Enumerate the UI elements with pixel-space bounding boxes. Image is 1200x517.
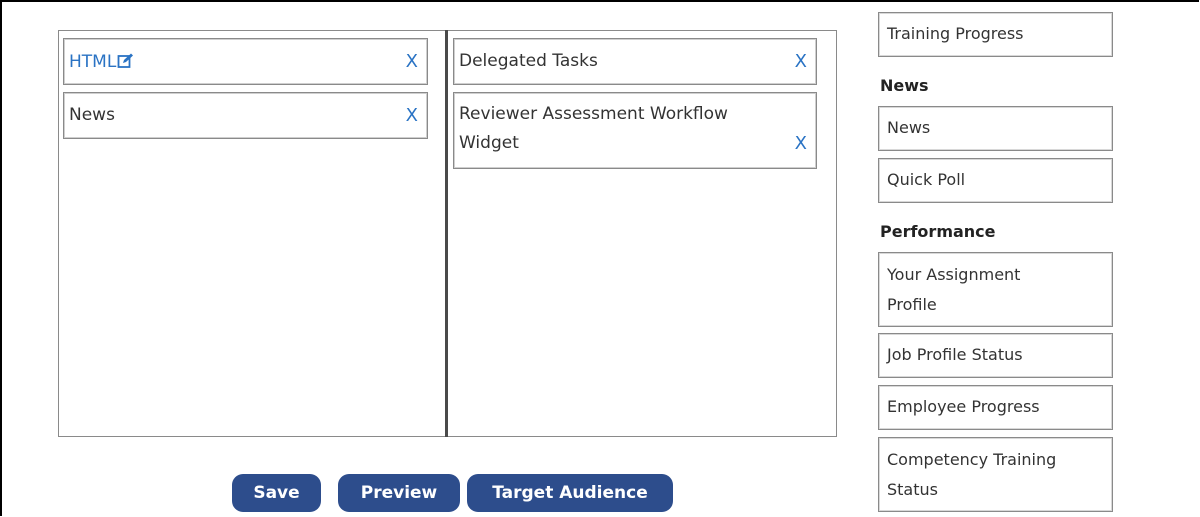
sidebar-item-news[interactable]: News bbox=[878, 106, 1113, 151]
remove-widget-news-button[interactable]: X bbox=[406, 105, 418, 126]
remove-widget-delegated-tasks-button[interactable]: X bbox=[795, 51, 807, 72]
remove-widget-html-button[interactable]: X bbox=[406, 51, 418, 72]
sidebar-item-your-assignment-profile[interactable]: Your Assignment Profile bbox=[878, 252, 1113, 327]
widget-news[interactable]: News X bbox=[63, 92, 428, 139]
widget-reviewer-assessment-label: Reviewer Assessment Workflow Widget bbox=[459, 100, 728, 158]
sidebar-item-employee-progress[interactable]: Employee Progress bbox=[878, 385, 1113, 430]
sidebar-item-competency-training-status[interactable]: Competency Training Status bbox=[878, 437, 1113, 512]
widget-html[interactable]: HTML X bbox=[63, 38, 428, 85]
widget-reviewer-assessment-label-line2: Widget bbox=[459, 133, 519, 153]
widget-html-label[interactable]: HTML bbox=[69, 48, 134, 79]
target-audience-button[interactable]: Target Audience bbox=[467, 474, 673, 512]
edit-icon[interactable] bbox=[117, 50, 134, 79]
sidebar-heading-performance: Performance bbox=[880, 222, 996, 241]
remove-widget-reviewer-assessment-button[interactable]: X bbox=[795, 133, 807, 154]
column-divider[interactable] bbox=[445, 30, 448, 437]
widget-delegated-tasks-label: Delegated Tasks bbox=[459, 51, 598, 71]
sidebar-item-quick-poll[interactable]: Quick Poll bbox=[878, 158, 1113, 203]
widget-reviewer-assessment-workflow[interactable]: Reviewer Assessment Workflow Widget X bbox=[453, 92, 817, 169]
sidebar-item-competency-training-status-line1: Competency Training bbox=[887, 450, 1057, 469]
sidebar-item-your-assignment-profile-line2: Profile bbox=[887, 295, 937, 314]
widget-reviewer-assessment-label-line1: Reviewer Assessment Workflow bbox=[459, 104, 728, 124]
sidebar-item-training-progress[interactable]: Training Progress bbox=[878, 12, 1113, 57]
sidebar-heading-news: News bbox=[880, 76, 929, 95]
save-button[interactable]: Save bbox=[232, 474, 321, 512]
sidebar-item-job-profile-status[interactable]: Job Profile Status bbox=[878, 333, 1113, 378]
preview-button[interactable]: Preview bbox=[338, 474, 460, 512]
sidebar-item-competency-training-status-line2: Status bbox=[887, 480, 938, 499]
widget-news-label: News bbox=[69, 105, 115, 125]
sidebar-item-your-assignment-profile-line1: Your Assignment bbox=[887, 265, 1021, 284]
widget-delegated-tasks[interactable]: Delegated Tasks X bbox=[453, 38, 817, 85]
widget-html-text[interactable]: HTML bbox=[69, 52, 116, 72]
